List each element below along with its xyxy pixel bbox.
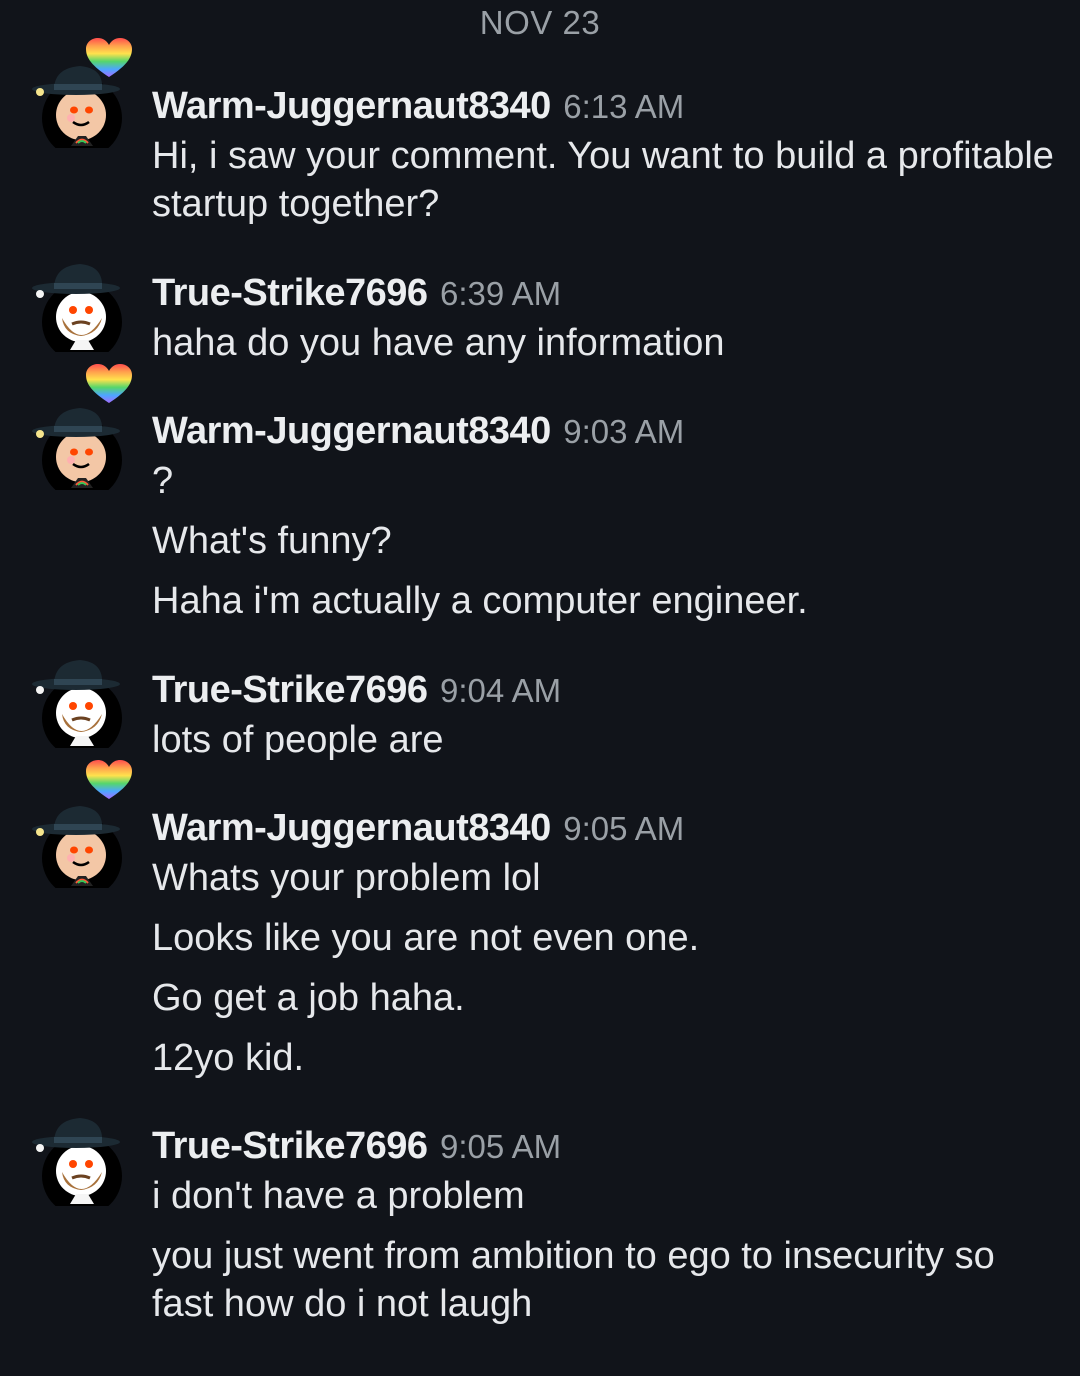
message-content: Warm-Juggernaut8340 9:05 AM Whats your p… <box>152 802 1066 1082</box>
message-text: Go get a job haha. <box>152 977 465 1019</box>
timestamp: 9:05 AM <box>563 810 685 847</box>
message-text: ? <box>152 460 174 502</box>
message-text: What's funny? <box>152 520 392 562</box>
message-content: Warm-Juggernaut8340 6:13 AM Hi, i saw yo… <box>152 80 1066 228</box>
timestamp: 9:05 AM <box>440 1128 562 1165</box>
username[interactable]: True-Strike7696 <box>152 669 428 711</box>
username[interactable]: Warm-Juggernaut8340 <box>152 410 551 452</box>
message-text: Haha i'm actually a computer engineer. <box>152 580 808 622</box>
message-content: True-Strike7696 6:39 AM haha do you have… <box>152 267 1066 367</box>
timestamp: 9:04 AM <box>440 672 562 709</box>
username[interactable]: Warm-Juggernaut8340 <box>152 807 551 849</box>
snoo-avatar-icon <box>32 806 122 888</box>
username[interactable]: True-Strike7696 <box>152 272 428 314</box>
date-divider: NOV 23 <box>479 4 601 41</box>
message-content: True-Strike7696 9:04 AM lots of people a… <box>152 664 1066 764</box>
message-text: i don't have a problem <box>152 1175 525 1217</box>
message-text: lots of people are <box>152 719 444 761</box>
message-content: True-Strike7696 9:05 AM i don't have a p… <box>152 1120 1066 1328</box>
message-text: 12yo kid. <box>152 1037 305 1079</box>
user-avatar[interactable] <box>26 788 126 888</box>
user-avatar[interactable] <box>26 252 126 352</box>
rainbow-heart-icon <box>84 36 134 80</box>
rainbow-heart-icon <box>84 758 134 802</box>
snoo-avatar-icon <box>32 264 122 352</box>
message-text: Looks like you are not even one. <box>152 917 700 959</box>
timestamp: 6:13 AM <box>563 88 685 125</box>
snoo-avatar-icon <box>32 660 122 748</box>
username[interactable]: Warm-Juggernaut8340 <box>152 85 551 127</box>
snoo-avatar-icon <box>32 1118 122 1206</box>
message-text: Hi, i saw your comment. You want to buil… <box>152 135 1054 225</box>
message-text: haha do you have any information <box>152 322 725 364</box>
message-text: Whats your problem lol <box>152 857 541 899</box>
user-avatar[interactable] <box>26 1106 126 1206</box>
message-text: you just went from ambition to ego to in… <box>152 1235 995 1325</box>
user-avatar[interactable] <box>26 648 126 748</box>
message-content: Warm-Juggernaut8340 9:03 AM ? What's fun… <box>152 405 1066 625</box>
username[interactable]: True-Strike7696 <box>152 1125 428 1167</box>
timestamp: 6:39 AM <box>440 275 562 312</box>
rainbow-heart-icon <box>84 362 134 406</box>
timestamp: 9:03 AM <box>563 413 685 450</box>
